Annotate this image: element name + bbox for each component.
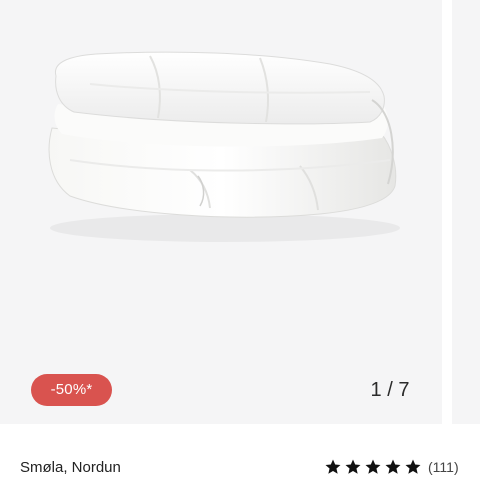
carousel-counter: 1 / 7 — [370, 379, 410, 401]
product-card[interactable]: -50%* 1 / 7 Smøla, Nordun (111) — [0, 0, 480, 480]
review-count: (111) — [428, 459, 459, 475]
star-rating — [324, 458, 424, 476]
carousel-slide-next-peek[interactable] — [452, 0, 480, 424]
star-icon — [365, 459, 381, 474]
carousel-slide-current[interactable]: -50%* 1 / 7 — [0, 0, 442, 424]
duvet-image — [48, 51, 400, 242]
star-icon — [325, 459, 341, 474]
product-name[interactable]: Smøla, Nordun — [20, 459, 121, 477]
discount-badge: -50%* — [31, 374, 112, 406]
product-info-row: Smøla, Nordun (111) — [0, 424, 480, 480]
star-icon — [405, 459, 421, 474]
star-icon — [345, 459, 361, 474]
image-carousel[interactable]: -50%* 1 / 7 — [0, 0, 480, 424]
rating[interactable]: (111) — [324, 457, 459, 477]
star-icon — [385, 459, 401, 474]
